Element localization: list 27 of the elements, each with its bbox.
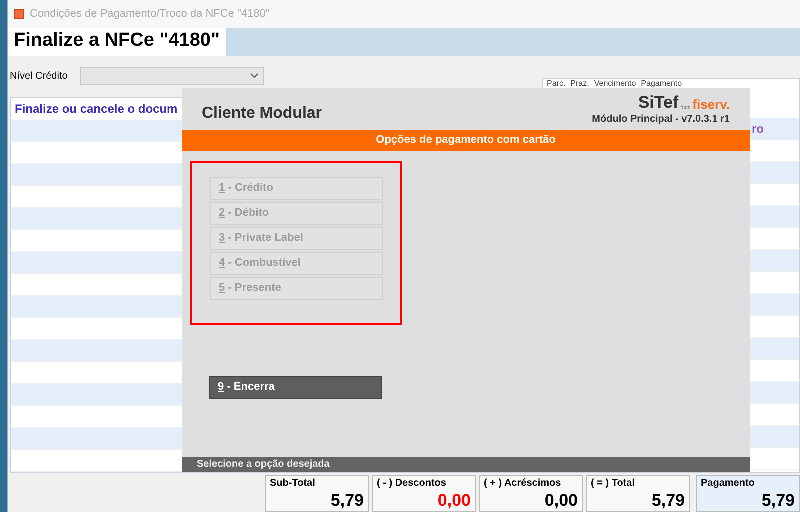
field-label: Nível Crédito (10, 70, 68, 84)
total-value: 0,00 (544, 490, 578, 511)
column-header: Parc. (547, 80, 566, 88)
total-label: ( - ) Descontos (377, 476, 448, 491)
option-button[interactable]: 9 - Encerra (209, 376, 382, 399)
total-label: Pagamento (701, 476, 756, 491)
app-icon (14, 8, 24, 19)
total-value: 5,79 (760, 490, 795, 511)
version-text: Módulo Principal - v7.0.3.1 r1 (592, 113, 730, 127)
total-label: Sub-Total (270, 476, 316, 491)
column-header: Pagamento (641, 80, 682, 88)
total-label: ( = ) Total (591, 476, 636, 491)
message-text: Finalize ou cancele o docum (15, 100, 178, 118)
credit-level-dropdown[interactable] (80, 67, 264, 86)
status-bar: Selecione a opção desejada (182, 457, 750, 472)
payment-text: ro (752, 120, 764, 138)
total-value: 5,79 (650, 490, 685, 511)
dialog-title: Cliente Modular (202, 104, 322, 124)
total-label: ( + ) Acréscimos (484, 476, 562, 491)
page-tab[interactable]: Finalize a NFCe "4180" (8, 28, 226, 56)
total-value: 0,00 (436, 490, 471, 511)
section-header: Opções de pagamento com cartão (182, 130, 750, 151)
column-header: Praz. (570, 80, 590, 88)
window-title: Condições de Pagamento/Troco da NFCe "4180" (30, 6, 270, 22)
chevron-down-icon (250, 73, 259, 80)
column-header: Vencimento (594, 80, 636, 88)
total-value: 5,79 (330, 490, 364, 511)
